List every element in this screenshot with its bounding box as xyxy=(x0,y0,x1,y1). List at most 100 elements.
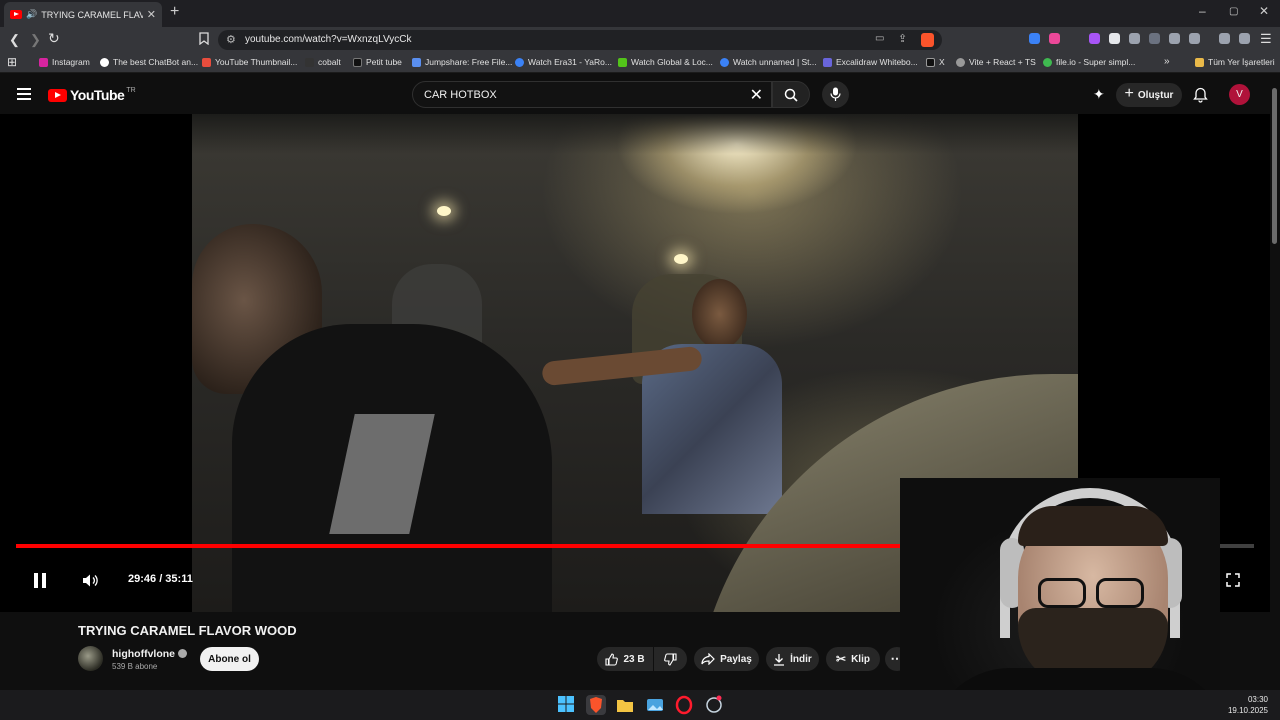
brave-shields-icon[interactable] xyxy=(921,33,934,47)
download-label: İndir xyxy=(790,653,812,665)
more-bookmarks-icon[interactable]: » xyxy=(1164,56,1170,67)
bookmark-item[interactable]: Jumpshare: Free File... xyxy=(412,57,512,67)
clip-button[interactable]: ✂ Klip xyxy=(826,647,880,671)
bookmark-item[interactable]: Watch Era31 - YaRo... xyxy=(515,57,612,67)
time-display: 29:46 / 35:11 xyxy=(128,573,193,585)
reload-button[interactable]: ↻ xyxy=(48,30,60,47)
browser-tab-active[interactable]: 🔊 TRYING CARAMEL FLAVOR W ✕ xyxy=(4,2,162,27)
wallet-icon[interactable] xyxy=(1239,33,1250,44)
bookmark-label: Vite + React + TS xyxy=(969,57,1036,67)
create-button[interactable]: + Oluştur xyxy=(1116,83,1182,107)
share-button[interactable]: Paylaş xyxy=(694,647,759,671)
bookmark-item[interactable]: Watch Global & Loc... xyxy=(618,57,713,67)
url-text: youtube.com/watch?v=WxnzqLVycCk xyxy=(245,34,412,45)
windows-start-icon[interactable] xyxy=(557,695,577,715)
bookmark-label: Watch Global & Loc... xyxy=(631,57,713,67)
extension-glasses-icon[interactable] xyxy=(1129,33,1140,44)
extension-purple-icon[interactable] xyxy=(1089,33,1100,44)
maximize-window-button[interactable]: ▢ xyxy=(1229,6,1238,17)
download-button[interactable]: İndir xyxy=(766,647,819,671)
extension-puzzle-icon[interactable] xyxy=(1149,33,1160,44)
address-bar[interactable]: ⚙ youtube.com/watch?v=WxnzqLVycCk ▭ ⇪ xyxy=(218,30,942,50)
close-window-button[interactable]: ✕ xyxy=(1259,4,1269,18)
channel-name: highoffvlone xyxy=(112,648,175,660)
opera-icon[interactable] xyxy=(674,695,694,715)
cobalt-icon xyxy=(305,57,314,67)
search-input[interactable]: CAR HOTBOX ✕ xyxy=(412,81,772,108)
system-clock[interactable]: 03:30 19.10.2025 xyxy=(1228,694,1268,716)
back-button[interactable]: ❮ xyxy=(9,32,20,48)
bookmark-page-icon[interactable] xyxy=(199,32,209,48)
subscribe-button[interactable]: Abone ol xyxy=(200,647,259,671)
search-icon xyxy=(784,88,798,102)
bookmark-item[interactable]: X xyxy=(926,57,945,67)
windows-taskbar: 03:30 19.10.2025 xyxy=(0,690,1280,720)
browser-menu-icon[interactable]: ☰ xyxy=(1260,31,1272,47)
music-icon[interactable] xyxy=(1219,33,1230,44)
fullscreen-icon[interactable] xyxy=(1226,573,1240,587)
all-bookmarks-folder[interactable]: Tüm Yer İşaretleri xyxy=(1195,57,1275,67)
gemini-sparkle-icon[interactable]: ✦ xyxy=(1093,86,1105,103)
share-icon[interactable]: ⇪ xyxy=(898,32,907,45)
youtube-logo[interactable]: YouTube TR xyxy=(48,87,136,103)
guide-menu-icon[interactable] xyxy=(17,88,31,100)
globe-icon xyxy=(956,57,965,67)
site-info-icon[interactable]: ⚙ xyxy=(226,33,236,46)
excalidraw-icon xyxy=(823,57,832,67)
pause-icon[interactable] xyxy=(33,572,47,589)
extension-translate-icon[interactable] xyxy=(1029,33,1040,44)
bookmark-label: The best ChatBot an... xyxy=(113,57,199,67)
forward-button[interactable]: ❯ xyxy=(30,32,41,48)
stream-icon xyxy=(515,57,524,67)
bookmark-item[interactable]: file.io - Super simpl... xyxy=(1043,57,1135,67)
volume-icon[interactable] xyxy=(82,573,99,588)
scissors-icon: ✂ xyxy=(836,652,847,666)
bookmark-label: file.io - Super simpl... xyxy=(1056,57,1136,67)
search-button[interactable] xyxy=(772,81,810,108)
apps-grid-icon[interactable]: ⊞ xyxy=(7,55,17,69)
steam-icon[interactable] xyxy=(704,695,724,715)
chatbot-icon xyxy=(100,57,109,67)
bookmark-item[interactable]: YouTube Thumbnail... xyxy=(202,57,297,67)
bookmark-label: cobalt xyxy=(318,57,341,67)
photos-icon[interactable] xyxy=(645,695,665,715)
extension-shield-icon[interactable] xyxy=(1049,33,1060,44)
tab-title: TRYING CARAMEL FLAVOR W xyxy=(41,9,143,20)
clock-date: 19.10.2025 xyxy=(1227,706,1268,715)
bookmark-item[interactable]: Instagram xyxy=(39,57,90,67)
bookmark-item[interactable]: cobalt xyxy=(305,57,341,67)
channel-avatar[interactable] xyxy=(78,646,103,671)
file-explorer-icon[interactable] xyxy=(615,695,635,715)
video-title: TRYING CARAMEL FLAVOR WOOD xyxy=(78,623,297,638)
install-app-icon[interactable]: ▭ xyxy=(875,33,884,44)
brave-browser-icon[interactable] xyxy=(586,695,606,715)
account-avatar[interactable]: V xyxy=(1229,84,1250,105)
country-code: TR xyxy=(126,86,136,94)
bookmark-item[interactable]: Watch unnamed | St... xyxy=(720,57,817,67)
notifications-bell-icon[interactable] xyxy=(1193,87,1208,103)
clip-label: Klip xyxy=(851,653,870,665)
sidebar-icon[interactable] xyxy=(1189,33,1200,44)
new-tab-button[interactable]: + xyxy=(170,3,179,21)
page-scrollbar[interactable] xyxy=(1272,88,1277,244)
extension-diamond-icon[interactable] xyxy=(1109,33,1120,44)
bookmark-label: Petit tube xyxy=(366,57,402,67)
x-icon xyxy=(926,57,935,67)
bookmark-item[interactable]: The best ChatBot an... xyxy=(100,57,198,67)
voice-search-button[interactable] xyxy=(822,81,849,108)
browser-tab-bar: 🔊 TRYING CARAMEL FLAVOR W ✕ + – ▢ ✕ xyxy=(0,0,1280,27)
extensions-icon[interactable] xyxy=(1169,33,1180,44)
like-button[interactable]: 23 B xyxy=(597,647,653,671)
channel-name-link[interactable]: highoffvlone xyxy=(112,648,187,660)
thumbs-up-icon xyxy=(605,652,619,666)
close-tab-icon[interactable]: ✕ xyxy=(147,8,156,21)
audio-playing-icon[interactable]: 🔊 xyxy=(26,9,37,20)
logo-wordmark: YouTube xyxy=(70,87,125,103)
clear-search-icon[interactable]: ✕ xyxy=(750,85,763,105)
dislike-button[interactable] xyxy=(654,647,687,671)
minimize-window-button[interactable]: – xyxy=(1199,4,1206,18)
bookmark-item[interactable]: Excalidraw Whitebo... xyxy=(823,57,918,67)
bookmark-item[interactable]: Petit tube xyxy=(353,57,402,67)
bookmark-item[interactable]: Vite + React + TS xyxy=(956,57,1036,67)
like-count: 23 B xyxy=(623,653,645,665)
